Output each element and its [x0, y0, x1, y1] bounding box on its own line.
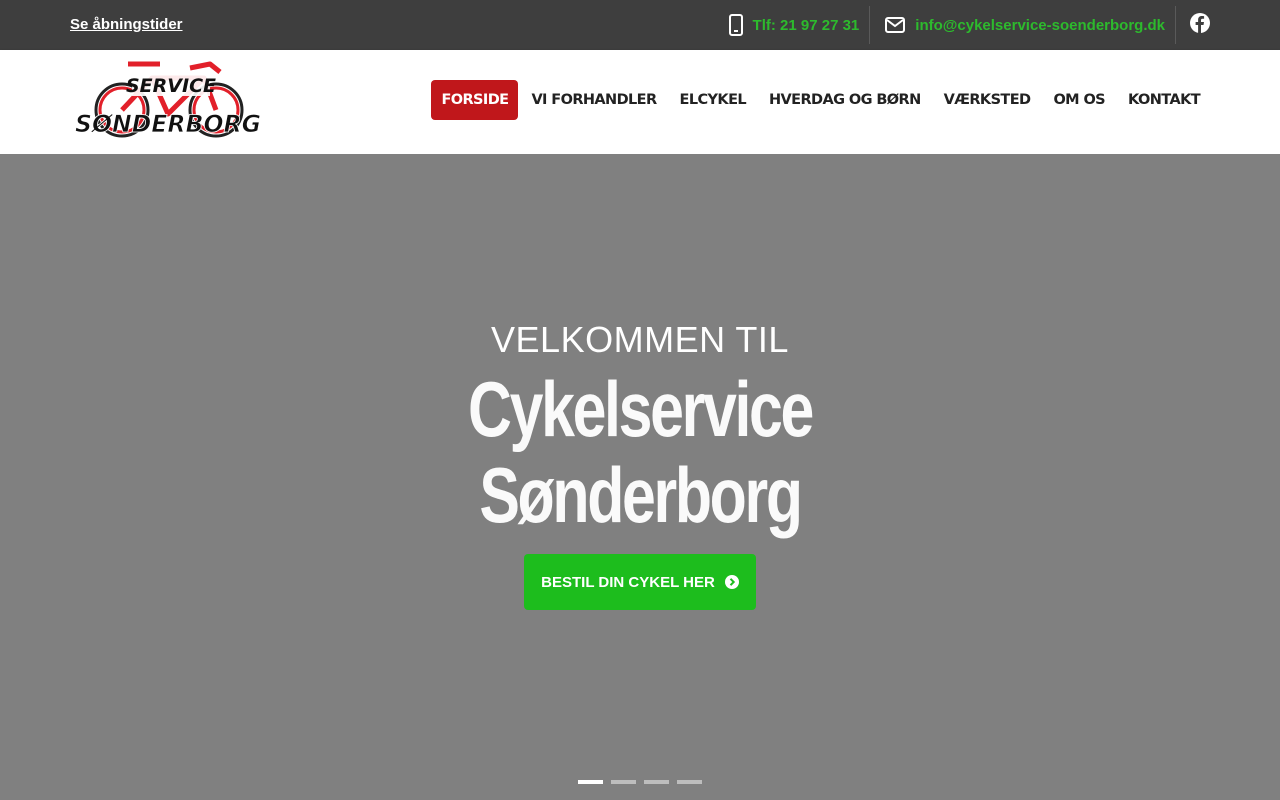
site-header: SERVICE SØNDERBORG FORSIDE VI FORHANDLER… — [0, 50, 1280, 154]
hero-title: Cykelservice Sønderborg — [141, 366, 1139, 538]
nav-item-vaerksted[interactable]: VÆRKSTED — [934, 80, 1041, 120]
slider-dot-4[interactable] — [677, 780, 702, 784]
contact-info: Tlf: 21 97 27 31 info@cykelservice-soend… — [728, 6, 1210, 44]
main-nav: FORSIDE VI FORHANDLER ELCYKEL HVERDAG OG… — [428, 80, 1210, 120]
nav-item-forside[interactable]: FORSIDE — [431, 80, 519, 120]
slider-dot-2[interactable] — [611, 780, 636, 784]
hero-title-line-2: Sønderborg — [479, 451, 803, 539]
hero-slider: VELKOMMEN TIL Cykelservice Sønderborg BE… — [0, 154, 1280, 800]
opening-hours-link[interactable]: Se åbningstider — [70, 16, 183, 33]
chevron-circle-right-icon — [724, 575, 739, 589]
hero-pre-title: VELKOMMEN TIL — [491, 319, 789, 360]
phone-link[interactable]: Tlf: 21 97 27 31 — [728, 6, 871, 44]
facebook-link[interactable] — [1176, 6, 1210, 44]
hero-title-line-1: Cykelservice — [467, 365, 814, 453]
nav-item-hverdag-og-boern[interactable]: HVERDAG OG BØRN — [759, 80, 931, 120]
facebook-icon — [1190, 13, 1210, 37]
email-link[interactable]: info@cykelservice-soenderborg.dk — [870, 6, 1176, 44]
order-bike-button-label: BESTIL DIN CYKEL HER — [541, 573, 715, 591]
envelope-icon — [885, 17, 906, 33]
phone-number: Tlf: 21 97 27 31 — [752, 16, 860, 34]
nav-item-kontakt[interactable]: KONTAKT — [1118, 80, 1210, 120]
logo-service-text: SERVICE — [126, 75, 216, 97]
email-address: info@cykelservice-soenderborg.dk — [915, 16, 1165, 34]
nav-item-vi-forhandler[interactable]: VI FORHANDLER — [521, 80, 666, 120]
order-bike-button[interactable]: BESTIL DIN CYKEL HER — [524, 554, 756, 610]
nav-item-om-os[interactable]: OM OS — [1043, 80, 1115, 120]
slider-dot-1[interactable] — [578, 780, 603, 784]
top-bar: Se åbningstider Tlf: 21 97 27 31 info@cy… — [0, 0, 1280, 50]
slider-pagination — [578, 780, 710, 784]
slider-dot-3[interactable] — [644, 780, 669, 784]
logo[interactable]: SERVICE SØNDERBORG — [70, 58, 266, 146]
phone-icon — [728, 14, 743, 36]
logo-sonderborg-text: SØNDERBORG — [75, 110, 261, 138]
nav-item-elcykel[interactable]: ELCYKEL — [670, 80, 756, 120]
